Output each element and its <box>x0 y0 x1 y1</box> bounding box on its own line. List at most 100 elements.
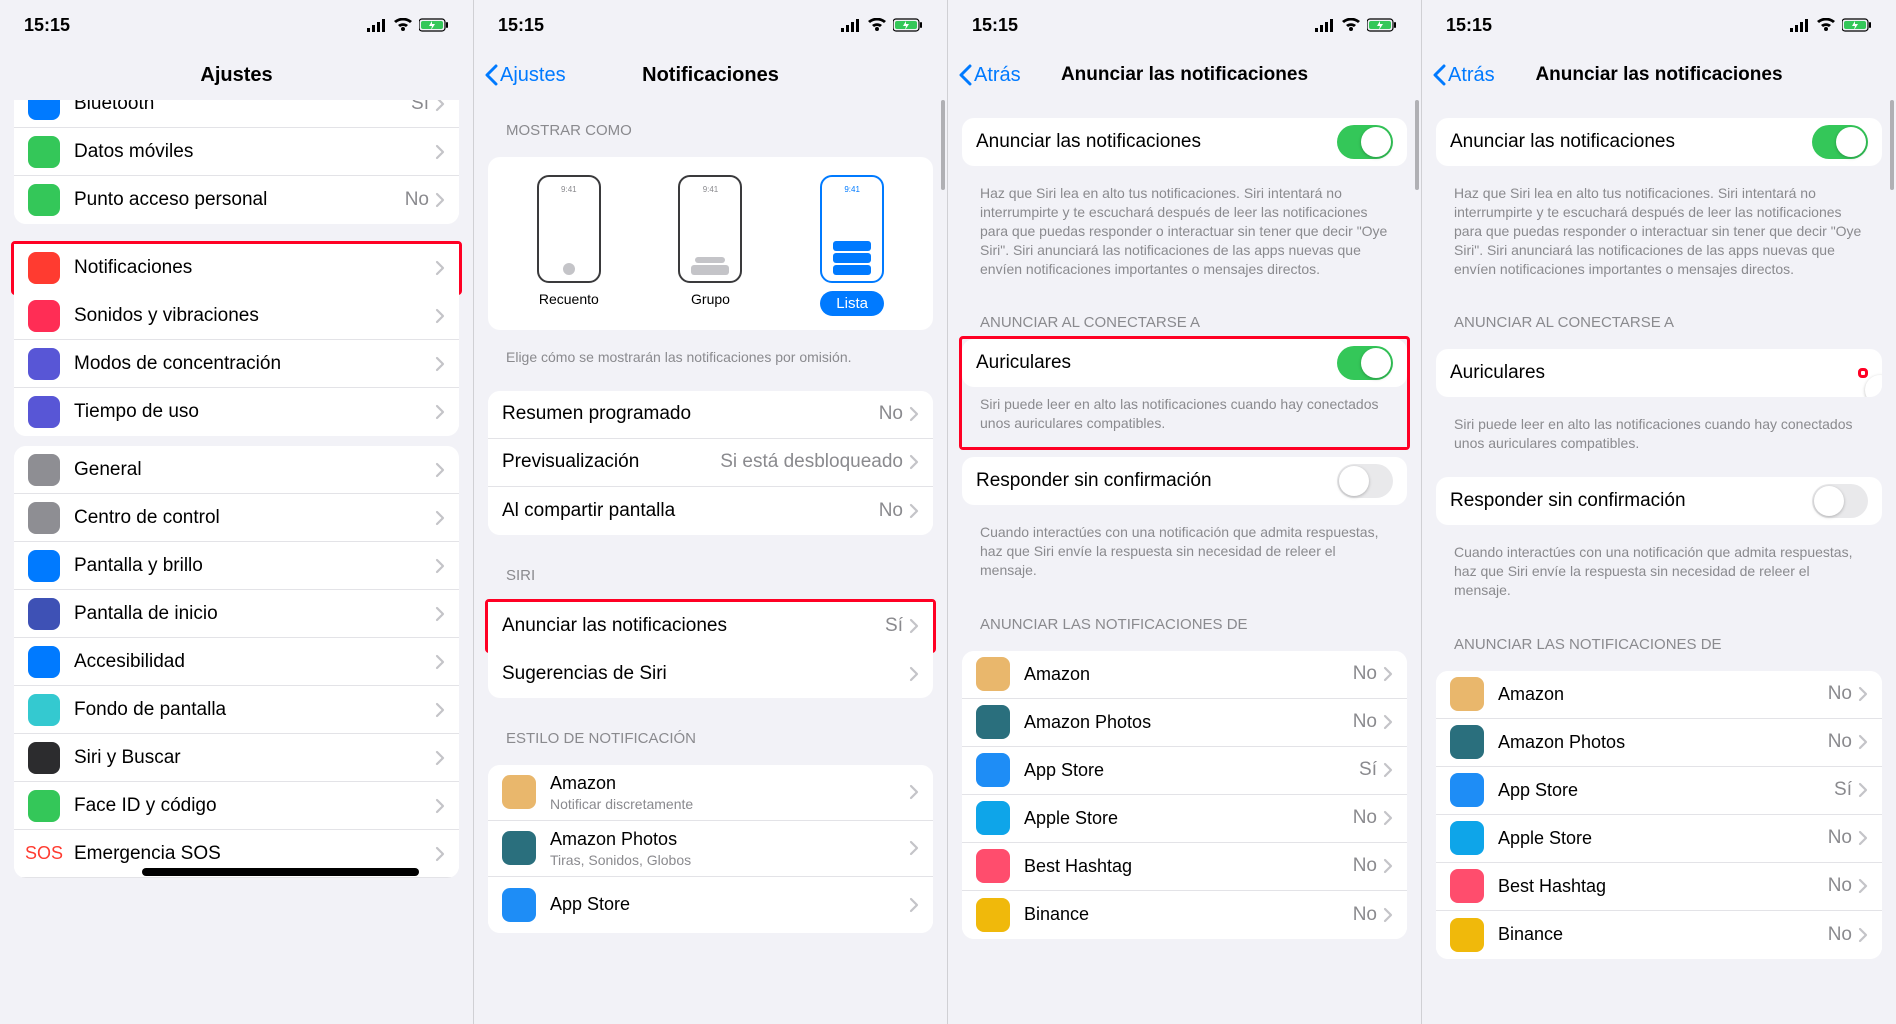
app-row-best-hashtag[interactable]: Best HashtagNo <box>962 843 1407 891</box>
scrollbar[interactable] <box>1890 100 1894 190</box>
row-previs[interactable]: PrevisualizaciónSi está desbloqueado <box>488 439 933 487</box>
row-resumen[interactable]: Resumen programadoNo <box>488 391 933 439</box>
status-time: 15:15 <box>24 15 70 36</box>
app-label: App Store <box>1498 780 1834 801</box>
announce-label: Anunciar las notificaciones <box>976 131 1337 153</box>
show-as-group[interactable]: 9:41 Grupo <box>678 175 742 316</box>
show-as-list[interactable]: 9:41 Lista <box>820 175 884 316</box>
headphones-toggle[interactable] <box>1337 346 1393 380</box>
show-as-footer: Elige cómo se mostrarán las notificacion… <box>488 340 933 381</box>
app-row-amazon[interactable]: AmazonNotificar discretamente <box>488 765 933 821</box>
row-tiempo-uso[interactable]: Tiempo de uso <box>14 388 459 436</box>
wifi-icon <box>1341 18 1361 32</box>
app-row-binance[interactable]: BinanceNo <box>1436 911 1882 959</box>
chevron-right-icon <box>435 144 445 160</box>
announce-toggle[interactable] <box>1812 125 1868 159</box>
row-compartir[interactable]: Al compartir pantallaNo <box>488 487 933 535</box>
app-row-amazon-photos[interactable]: Amazon PhotosNo <box>1436 719 1882 767</box>
row-general[interactable]: General <box>14 446 459 494</box>
back-button[interactable]: Ajustes <box>484 64 566 87</box>
row-faceid[interactable]: Face ID y código <box>14 782 459 830</box>
row-accesibilidad[interactable]: Accesibilidad <box>14 638 459 686</box>
highlight-notifications: Notificaciones <box>11 241 462 295</box>
app-row-amazon-photos[interactable]: Amazon PhotosTiras, Sonidos, Globos <box>488 821 933 877</box>
battery-charging-icon <box>1367 18 1397 32</box>
status-indicators <box>367 18 449 32</box>
back-button[interactable]: Atrás <box>1432 64 1495 87</box>
row-bluetooth[interactable]: BluetoothSí <box>14 100 459 128</box>
scrollbar[interactable] <box>1415 100 1419 190</box>
row-headphones[interactable]: Auriculares <box>1436 349 1882 397</box>
headphones-label: Auriculares <box>1450 362 1858 384</box>
row-anunciar[interactable]: Anunciar las notificacionesSí <box>488 602 933 650</box>
row-label: General <box>74 459 435 481</box>
nav-bar: Ajustes Notificaciones <box>474 50 947 100</box>
highlight-headphones: AuricularesSiri puede leer en alto las n… <box>959 336 1410 450</box>
app-row-binance[interactable]: BinanceNo <box>962 891 1407 939</box>
row-headphones[interactable]: Auriculares <box>962 339 1407 387</box>
chevron-right-icon <box>1858 686 1868 702</box>
app-row-app-store[interactable]: App StoreSí <box>962 747 1407 795</box>
app-row-best-hashtag[interactable]: Best HashtagNo <box>1436 863 1882 911</box>
scrollbar[interactable] <box>941 100 945 190</box>
app-icon-amazon-photos <box>1450 725 1484 759</box>
row-punto-acceso[interactable]: Punto acceso personalNo <box>14 176 459 224</box>
row-announce-main[interactable]: Anunciar las notificaciones <box>962 118 1407 166</box>
row-reply[interactable]: Responder sin confirmación <box>962 457 1407 505</box>
row-value: Sí <box>885 615 903 637</box>
back-button[interactable]: Atrás <box>958 64 1021 87</box>
row-pantalla-brillo[interactable]: Pantalla y brillo <box>14 542 459 590</box>
row-pantalla-inicio[interactable]: Pantalla de inicio <box>14 590 459 638</box>
siri-buscar-icon <box>28 742 60 774</box>
chevron-right-icon <box>1383 714 1393 730</box>
app-label: Amazon Photos <box>1024 712 1353 733</box>
row-sugerencias[interactable]: Sugerencias de Siri <box>488 650 933 698</box>
show-as-count[interactable]: 9:41 Recuento <box>537 175 601 316</box>
reply-toggle[interactable] <box>1337 464 1393 498</box>
signal-icon <box>841 18 861 32</box>
chevron-right-icon <box>909 840 919 856</box>
settings-group-alerts-wrapper: NotificacionesSonidos y vibracionesModos… <box>14 234 459 436</box>
row-label: Centro de control <box>74 507 435 529</box>
status-bar: 15:15 <box>948 0 1421 50</box>
chevron-right-icon <box>435 404 445 420</box>
app-row-app-store[interactable]: App StoreSí <box>1436 767 1882 815</box>
announce-toggle[interactable] <box>1337 125 1393 159</box>
row-announce-main[interactable]: Anunciar las notificaciones <box>1436 118 1882 166</box>
app-icon-best-hashtag <box>1450 869 1484 903</box>
row-reply[interactable]: Responder sin confirmación <box>1436 477 1882 525</box>
chevron-right-icon <box>1383 666 1393 682</box>
row-sonidos[interactable]: Sonidos y vibraciones <box>14 292 459 340</box>
app-row-amazon[interactable]: AmazonNo <box>962 651 1407 699</box>
app-subtitle: Notificar discretamente <box>550 796 909 812</box>
app-value: No <box>1353 904 1377 926</box>
row-notificaciones[interactable]: Notificaciones <box>14 244 459 292</box>
fondo-pantalla-icon <box>28 694 60 726</box>
row-fondo-pantalla[interactable]: Fondo de pantalla <box>14 686 459 734</box>
wifi-icon <box>393 18 413 32</box>
row-value: Sí <box>411 100 429 115</box>
row-datos-moviles[interactable]: Datos móviles <box>14 128 459 176</box>
app-row-amazon[interactable]: AmazonNo <box>1436 671 1882 719</box>
nav-bar: Atrás Anunciar las notificaciones <box>948 50 1421 100</box>
chevron-left-icon <box>484 64 498 86</box>
app-row-apple-store[interactable]: Apple StoreNo <box>962 795 1407 843</box>
status-indicators <box>1315 18 1397 32</box>
chevron-right-icon <box>1383 907 1393 923</box>
app-row-amazon-photos[interactable]: Amazon PhotosNo <box>962 699 1407 747</box>
row-label: Punto acceso personal <box>74 189 405 211</box>
row-concentracion[interactable]: Modos de concentración <box>14 340 459 388</box>
app-row-app-store[interactable]: App Store <box>488 877 933 933</box>
app-icon-best-hashtag <box>976 849 1010 883</box>
row-label: Anunciar las notificaciones <box>502 615 885 637</box>
row-label: Face ID y código <box>74 795 435 817</box>
app-icon-apple-store <box>976 801 1010 835</box>
status-indicators <box>1790 18 1872 32</box>
row-siri-buscar[interactable]: Siri y Buscar <box>14 734 459 782</box>
punto-acceso-icon <box>28 184 60 216</box>
row-centro-control[interactable]: Centro de control <box>14 494 459 542</box>
reply-toggle[interactable] <box>1812 484 1868 518</box>
show-as-list-label: Lista <box>820 291 884 316</box>
redaction-mark <box>142 868 419 876</box>
app-row-apple-store[interactable]: Apple StoreNo <box>1436 815 1882 863</box>
